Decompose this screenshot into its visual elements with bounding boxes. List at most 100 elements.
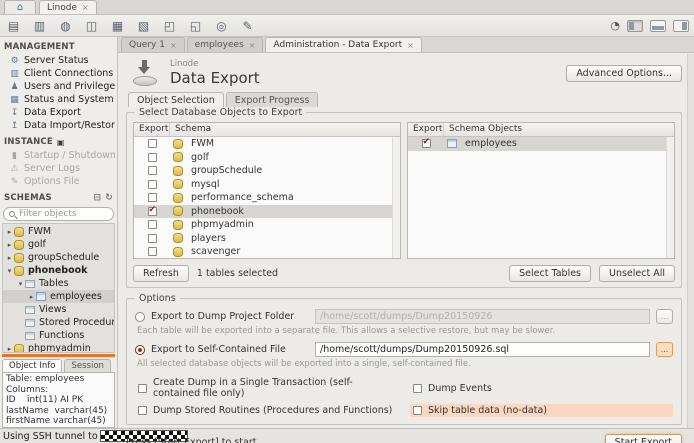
close-icon[interactable]: × bbox=[170, 41, 177, 50]
export-footer: Press [Start Export] to start... Start E… bbox=[126, 434, 682, 443]
expander-arrow-icon[interactable]: ▸ bbox=[5, 254, 14, 262]
self-contained-file-radio[interactable] bbox=[135, 345, 145, 355]
dump-project-path-field[interactable]: /home/scott/dumps/Dump20150926 bbox=[315, 309, 650, 324]
sidebar-item-server-logs[interactable]: ⚠ Server Logs bbox=[0, 162, 117, 175]
editor-tab[interactable]: Query 1 × bbox=[121, 37, 185, 52]
schema-row[interactable]: FWM bbox=[134, 137, 400, 151]
toggle-secondary-sidebar-icon[interactable] bbox=[673, 20, 689, 32]
export-checkbox[interactable] bbox=[148, 153, 157, 162]
reconnect-icon[interactable]: ✎ bbox=[239, 18, 256, 34]
tree-item-phpmyadmin[interactable]: ▸ phpmyadmin bbox=[3, 342, 114, 353]
close-icon[interactable]: × bbox=[249, 41, 256, 50]
sidebar-splitter-handle[interactable] bbox=[2, 354, 115, 357]
create-view-icon[interactable]: ▧ bbox=[135, 18, 152, 34]
performance-dashboard-icon[interactable]: ◔ bbox=[610, 19, 620, 32]
checkbox-icon[interactable] bbox=[413, 384, 422, 393]
open-sql-script-icon[interactable]: ▥ bbox=[31, 18, 48, 34]
export-checkbox[interactable] bbox=[148, 234, 157, 243]
close-icon[interactable]: × bbox=[82, 3, 89, 12]
export-option[interactable]: Dump Events bbox=[410, 376, 673, 400]
export-option[interactable]: Skip table data (no-data) bbox=[410, 404, 673, 417]
info-tab[interactable]: Session bbox=[64, 359, 110, 372]
unselect-all-button[interactable]: Unselect All bbox=[599, 265, 675, 282]
tree-item-fwm[interactable]: ▸ FWM bbox=[3, 225, 114, 238]
editor-tab[interactable]: employees × bbox=[187, 37, 264, 52]
schema-filter-input[interactable]: Filter objects bbox=[3, 207, 114, 221]
refresh-schemas-icon[interactable]: ↻ bbox=[105, 193, 113, 203]
refresh-button[interactable]: Refresh bbox=[133, 265, 189, 282]
browse-folder-button[interactable]: ... bbox=[656, 309, 673, 324]
collapse-all-icon[interactable]: ⊟ bbox=[94, 193, 102, 203]
export-checkbox[interactable] bbox=[148, 166, 157, 175]
sidebar-item-data-export[interactable]: ↧ Data Export bbox=[0, 106, 117, 119]
browse-file-button[interactable]: ... bbox=[656, 342, 673, 357]
create-procedure-icon[interactable]: ◰ bbox=[161, 18, 178, 34]
expander-arrow-icon[interactable]: ▸ bbox=[5, 241, 14, 249]
export-checkbox[interactable] bbox=[148, 180, 157, 189]
sidebar-item-status-system-variables[interactable]: ▦ Status and System Variable bbox=[0, 93, 117, 106]
expander-arrow-icon[interactable]: ▸ bbox=[5, 345, 14, 353]
create-schema-icon[interactable]: ◫ bbox=[83, 18, 100, 34]
object-row[interactable]: employees bbox=[408, 137, 674, 151]
sidebar-item-data-import[interactable]: ↥ Data Import/Restore bbox=[0, 119, 117, 132]
export-checkbox[interactable] bbox=[148, 193, 157, 202]
export-option[interactable]: Dump Stored Routines (Procedures and Fun… bbox=[135, 404, 398, 417]
sidebar-item-client-connections[interactable]: ▥ Client Connections bbox=[0, 67, 117, 80]
sidebar-item-startup-shutdown[interactable]: ▮ Startup / Shutdown bbox=[0, 149, 117, 162]
main-scrollbar[interactable] bbox=[687, 54, 694, 428]
tree-item-golf[interactable]: ▸ golf bbox=[3, 238, 114, 251]
panel-scrollbar[interactable] bbox=[392, 137, 400, 258]
export-checkbox[interactable] bbox=[148, 207, 157, 216]
tree-item-stored-procedures[interactable]: Stored Procedures bbox=[3, 316, 114, 329]
checkbox-icon[interactable] bbox=[138, 406, 147, 415]
create-function-icon[interactable]: ◱ bbox=[187, 18, 204, 34]
dump-project-folder-radio[interactable] bbox=[135, 312, 145, 322]
export-checkbox[interactable] bbox=[148, 139, 157, 148]
checkbox-icon[interactable] bbox=[413, 406, 422, 415]
tree-item-phonebook[interactable]: ▾ phonebook bbox=[3, 264, 114, 277]
sidebar-item-users-privileges[interactable]: ♟ Users and Privileges bbox=[0, 80, 117, 93]
sidebar-item-server-status[interactable]: ⚙ Server Status bbox=[0, 54, 117, 67]
tree-item-groupschedule[interactable]: ▸ groupSchedule bbox=[3, 251, 114, 264]
expander-arrow-icon[interactable]: ▸ bbox=[5, 228, 14, 236]
tree-item-views[interactable]: Views bbox=[3, 303, 114, 316]
toggle-sidebar-icon[interactable] bbox=[627, 20, 643, 32]
close-icon[interactable]: × bbox=[407, 41, 414, 50]
schema-row[interactable]: scavenger bbox=[134, 245, 400, 259]
checkbox-icon[interactable] bbox=[138, 384, 147, 393]
expander-arrow-icon[interactable]: ▾ bbox=[16, 280, 25, 288]
expander-arrow-icon[interactable]: ▾ bbox=[5, 267, 14, 275]
export-subtab[interactable]: Object Selection bbox=[128, 92, 224, 107]
advanced-options-button[interactable]: Advanced Options... bbox=[566, 65, 682, 82]
sidebar-item-options-file[interactable]: ✎ Options File bbox=[0, 175, 117, 188]
schema-row[interactable]: phonebook bbox=[134, 205, 400, 219]
connection-tab[interactable]: Linode × bbox=[39, 0, 97, 14]
tree-item-employees[interactable]: ▸ employees bbox=[3, 290, 114, 303]
schema-row[interactable]: players bbox=[134, 232, 400, 246]
toggle-output-panel-icon[interactable] bbox=[650, 20, 666, 32]
expander-arrow-icon[interactable]: ▸ bbox=[27, 293, 36, 301]
export-checkbox[interactable] bbox=[148, 247, 157, 256]
export-subtab[interactable]: Export Progress bbox=[226, 92, 319, 107]
export-option[interactable]: Create Dump in a Single Transaction (sel… bbox=[135, 376, 398, 400]
info-tab[interactable]: Object Info bbox=[2, 359, 62, 372]
search-data-icon[interactable]: ◎ bbox=[213, 18, 230, 34]
select-tables-button[interactable]: Select Tables bbox=[509, 265, 591, 282]
tree-item-tables[interactable]: ▾ Tables bbox=[3, 277, 114, 290]
schema-row[interactable]: phpmyadmin bbox=[134, 218, 400, 232]
schema-inspector-icon[interactable]: ◍ bbox=[57, 18, 74, 34]
home-tab[interactable]: ⌂ bbox=[4, 0, 36, 14]
tree-item-functions[interactable]: Functions bbox=[3, 329, 114, 342]
start-export-button[interactable]: Start Export bbox=[605, 434, 682, 443]
export-checkbox[interactable] bbox=[422, 139, 431, 148]
schema-row[interactable]: mysql bbox=[134, 178, 400, 192]
editor-tab[interactable]: Administration - Data Export × bbox=[265, 37, 421, 52]
new-query-tab-icon[interactable]: ▤ bbox=[5, 18, 22, 34]
self-contained-path-field[interactable]: /home/scott/dumps/Dump20150926.sql bbox=[315, 342, 650, 357]
schema-row[interactable]: golf bbox=[134, 151, 400, 165]
schema-row[interactable]: performance_schema bbox=[134, 191, 400, 205]
create-table-icon[interactable]: ▦ bbox=[109, 18, 126, 34]
schema-row[interactable]: groupSchedule bbox=[134, 164, 400, 178]
export-checkbox[interactable] bbox=[148, 220, 157, 229]
panel-scrollbar[interactable] bbox=[666, 137, 674, 258]
